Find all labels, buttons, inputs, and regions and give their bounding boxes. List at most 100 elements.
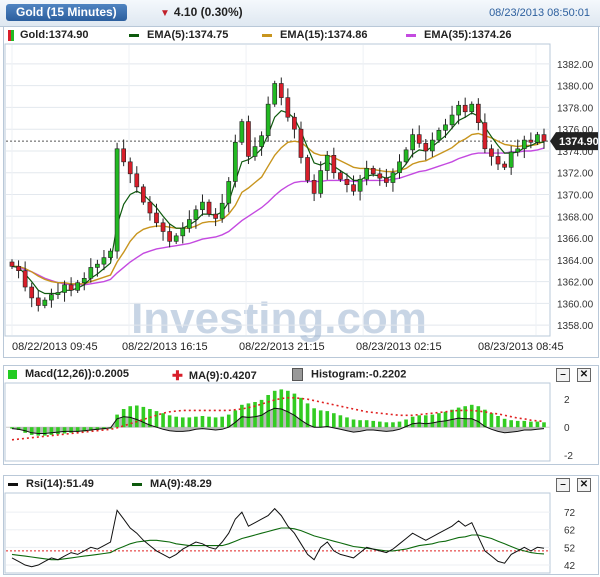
legend-ema15-label: EMA(15):1374.86 <box>280 29 368 41</box>
candle <box>324 155 330 171</box>
candle <box>475 103 481 123</box>
histogram-bar <box>325 411 330 428</box>
candle <box>259 135 264 147</box>
histogram-bar <box>292 393 297 428</box>
histogram-bar <box>542 422 546 428</box>
close-button[interactable]: ✕ <box>577 368 591 382</box>
candle <box>35 297 41 306</box>
x-tick-label: 08/22/2013 09:45 <box>12 341 98 353</box>
candle <box>226 181 232 204</box>
candle <box>508 151 514 168</box>
y-tick-label: 0 <box>564 423 570 434</box>
histogram-bar <box>187 417 192 428</box>
candle <box>121 148 126 163</box>
rsi-chart[interactable]: 72 62 52 42 <box>4 492 598 574</box>
legend-macd: Macd(12,26)):0.2005 <box>8 368 129 380</box>
histogram-bar <box>423 415 428 428</box>
histogram-bar <box>233 410 238 428</box>
y-tick-label: 72 <box>564 508 576 519</box>
histogram-bar <box>56 427 60 435</box>
candle <box>462 104 468 113</box>
y-tick-label: 1366.00 <box>557 234 594 245</box>
y-tick-label: 1380.00 <box>557 82 594 93</box>
histogram-bar <box>220 416 224 428</box>
instrument-title[interactable]: Gold (15 Minutes) <box>6 4 127 21</box>
candle <box>68 284 74 291</box>
rsi-panel: Rsi(14):51.49 MA(9):48.29 – ✕ 72 62 52 42 <box>3 475 599 575</box>
candle <box>16 266 21 271</box>
candle <box>9 261 15 267</box>
histogram-bar <box>384 422 389 428</box>
candle <box>397 161 402 174</box>
y-tick-label: 1362.00 <box>557 278 594 289</box>
top-bar: Gold (15 Minutes) ▼ 4.10 (0.30%) 08/23/20… <box>0 0 600 27</box>
histogram-bar <box>174 416 179 428</box>
candle <box>351 184 356 192</box>
plus-icon: ✚ <box>172 368 183 383</box>
candle <box>521 139 527 150</box>
minimize-button[interactable]: – <box>556 368 570 382</box>
candle <box>180 227 186 237</box>
legend-macd-label: Macd(12,26)):0.2005 <box>25 368 129 380</box>
candle <box>305 157 310 181</box>
legend-ema35-label: EMA(35):1374.26 <box>424 29 512 41</box>
candle <box>443 124 448 131</box>
histogram-bar <box>69 427 73 433</box>
candle <box>331 155 337 174</box>
legend-rsi: Rsi(14):51.49 <box>8 478 94 490</box>
macd-legend: Macd(12,26)):0.2005 ✚ MA(9):0.4207 Histog… <box>4 366 598 383</box>
candle <box>403 149 409 163</box>
candle <box>338 172 343 180</box>
candle <box>186 219 192 229</box>
histogram-bar <box>397 421 402 428</box>
candle <box>469 103 475 113</box>
candle <box>62 284 67 293</box>
candle <box>541 134 547 142</box>
histogram-bar <box>377 421 382 428</box>
candle <box>416 134 422 144</box>
candle <box>502 163 507 168</box>
candle <box>49 294 54 301</box>
histogram-bar <box>43 427 47 436</box>
candle <box>219 202 225 219</box>
candle <box>272 83 278 105</box>
candle <box>114 148 120 252</box>
legend-ema5: EMA(5):1374.75 <box>129 29 228 41</box>
histogram-bar <box>430 414 435 428</box>
minimize-button[interactable]: – <box>556 478 570 492</box>
histogram-bar <box>358 420 362 428</box>
x-tick-label: 08/23/2013 02:15 <box>356 341 442 353</box>
candle <box>489 148 494 157</box>
candle <box>298 128 304 158</box>
histogram-bar <box>240 404 244 428</box>
histogram-bar <box>509 420 513 428</box>
candle <box>482 122 488 150</box>
candle <box>384 177 389 183</box>
legend-rsi-label: Rsi(14):51.49 <box>26 478 94 490</box>
histogram-bar <box>410 416 415 428</box>
histogram-bar <box>62 427 67 434</box>
close-button[interactable]: ✕ <box>577 478 591 492</box>
macd-chart[interactable]: 2 0 -2 <box>4 382 598 464</box>
candle <box>154 212 159 224</box>
candle <box>29 286 35 299</box>
y-tick-label: 1358.00 <box>557 321 594 332</box>
histogram-bar <box>154 411 159 428</box>
watermark: Investing.com <box>131 294 427 343</box>
candle <box>449 114 455 126</box>
histogram-bar <box>318 410 323 428</box>
histogram-legend-icon <box>292 368 303 381</box>
x-tick-label: 08/22/2013 16:15 <box>122 341 208 353</box>
candle <box>390 172 396 183</box>
price-chart[interactable]: Investing.com 1382.001380.001378.001376.… <box>4 43 598 357</box>
macd-legend-icon <box>8 369 17 379</box>
histogram-bar <box>496 416 500 428</box>
histogram-bar <box>332 413 336 428</box>
legend-ema35: EMA(35):1374.26 <box>406 29 511 41</box>
y-tick-label: 1370.00 <box>557 191 594 202</box>
candle <box>278 83 284 98</box>
legend-ema15: EMA(15):1374.86 <box>262 29 367 41</box>
candle <box>364 168 370 180</box>
last-price-label: 1374.90 <box>559 136 598 148</box>
legend-rsi-ma: MA(9):48.29 <box>132 478 212 490</box>
